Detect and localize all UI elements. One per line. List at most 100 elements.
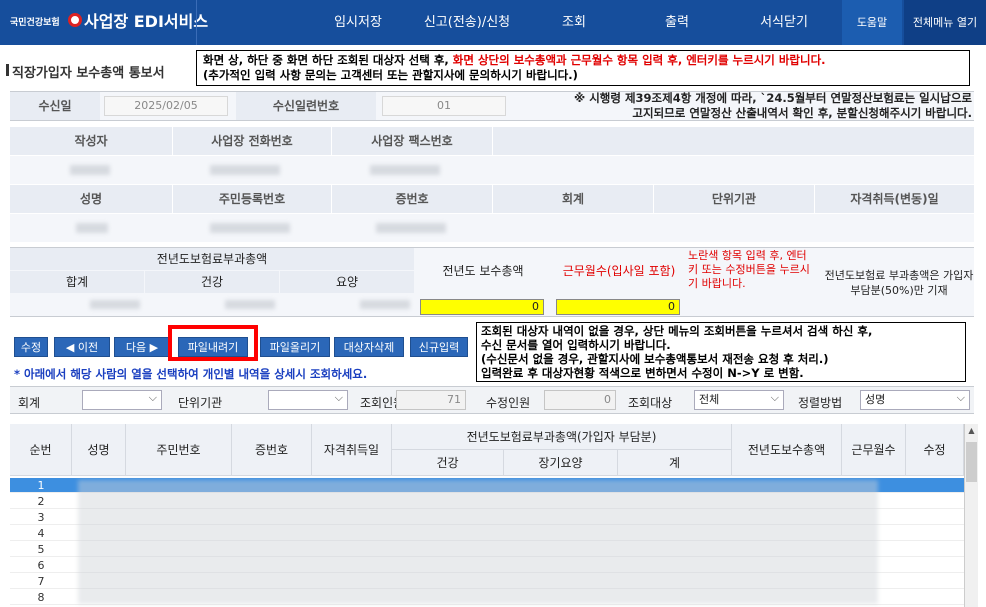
mid-notice-line: 입력완료 후 대상자현황 적색으로 변하면서 수정이 N->Y 로 변함. — [481, 366, 804, 380]
premium-sub-care: 요양 — [280, 271, 414, 293]
col-seq: 순번 — [10, 424, 72, 476]
modified-field: 0 — [544, 390, 616, 410]
info-header-cardno: 증번호 — [332, 185, 492, 213]
menu-divider — [196, 0, 197, 45]
logo-mark-icon — [68, 13, 82, 27]
yellow-input-hint: 노란색 항목 입력 후, 엔터키 또는 수정버튼을 누르시기 바랍니다. — [688, 249, 810, 290]
row-number: 7 — [37, 575, 45, 588]
col-group-premium: 전년도보험료부과총액(가입자 부담분) — [392, 424, 732, 450]
info-header-rrn: 주민등록번호 — [173, 185, 331, 213]
col-salary: 전년도보수총액 — [732, 424, 842, 476]
info-header-writer: 작성자 — [10, 127, 172, 155]
sort-label: 정렬방법 — [798, 396, 843, 410]
info-header-unit: 단위기관 — [654, 185, 814, 213]
info-values-row1 — [10, 156, 974, 184]
col-longterm: 장기요양 — [504, 450, 618, 476]
info-header-account: 회계 — [493, 185, 653, 213]
salary-label: 전년도 보수총액 — [442, 264, 524, 278]
premium-note: 전년도보험료 부과총액은 가입자부담분(50%)만 기재 — [824, 269, 974, 297]
row-number: 6 — [37, 559, 45, 572]
grid-scrollbar[interactable]: ▲ — [964, 424, 978, 607]
account-label: 회계 — [18, 396, 41, 410]
row-number: 5 — [37, 543, 45, 556]
info-header-acq-date: 자격취득(변동)일 — [815, 185, 974, 213]
info-header-empty — [493, 127, 974, 155]
months-label: 근무월수(입사일 포함) — [562, 264, 676, 278]
col-health: 건강 — [392, 450, 504, 476]
mid-notice-box: 조회된 대상자 내역이 없을 경우, 상단 메뉴의 조회버튼을 누르셔서 검색 … — [476, 322, 966, 382]
menu-help[interactable]: 도움말 — [842, 0, 902, 45]
receipt-seq-label: 수신일련번호 — [236, 92, 376, 120]
menu-submit[interactable]: 신고(전송)/신청 — [408, 0, 526, 45]
redacted-grid-content — [78, 480, 878, 604]
info-header-name: 성명 — [10, 185, 172, 213]
top-navigation-bar: 국민건강보험 사업장 EDI서비스 임시저장 신고(전송)/신청 조회 출력 서… — [0, 0, 986, 45]
mid-notice-line: 조회된 대상자 내역이 없을 경우, 상단 메뉴의 조회버튼을 누르셔서 검색 … — [481, 324, 873, 338]
info-values-row2 — [10, 214, 974, 242]
unit-select[interactable] — [268, 389, 348, 410]
next-button[interactable]: 다음 ▶ — [114, 337, 170, 357]
redacted-writer — [70, 165, 110, 175]
account-select[interactable] — [82, 389, 162, 410]
prev-button[interactable]: ◀ 이전 — [54, 337, 110, 357]
col-rrn: 주민번호 — [126, 424, 232, 476]
redacted-health — [225, 300, 275, 309]
redacted-care — [360, 300, 410, 309]
info-header-phone: 사업장 전화번호 — [173, 127, 331, 155]
receipt-note-line2: 고지되므로 연말정산 산출내역서 확인 후, 분할신청해주시기 바랍니다. — [632, 106, 972, 120]
premium-sub-health: 건강 — [145, 271, 279, 293]
row-number: 2 — [37, 495, 45, 508]
download-highlight-box — [168, 325, 258, 361]
receipt-date-field: 2025/02/05 — [104, 96, 228, 116]
target-label: 조회대상 — [628, 396, 673, 410]
redacted-rrn — [210, 223, 290, 233]
receipt-note-line1: ※ 시행령 제39조제4항 개정에 따라, `24.5월부터 연말정산보험료는 … — [574, 91, 972, 105]
modified-label: 수정인원 — [486, 396, 531, 410]
redacted-name — [76, 223, 108, 233]
row-number: 4 — [37, 527, 45, 540]
menu-all-open[interactable]: 전체메뉴 열기 — [904, 0, 986, 45]
unit-label: 단위기관 — [178, 396, 223, 410]
count-field: 71 — [396, 390, 466, 410]
menu-print[interactable]: 출력 — [622, 0, 732, 45]
redacted-total — [90, 300, 140, 309]
row-number: 3 — [37, 511, 45, 524]
col-acq-date: 자격취득일 — [312, 424, 392, 476]
menu-temp-save[interactable]: 임시저장 — [308, 0, 408, 45]
top-notice-box: 화면 상, 하단 중 화면 하단 조회된 대상자 선택 후, 화면 상단의 보수… — [196, 50, 970, 86]
redacted-cardno — [376, 223, 446, 233]
receipt-date-label: 수신일 — [10, 92, 100, 120]
file-upload-button[interactable]: 파일올리기 — [260, 337, 330, 357]
redacted-phone — [210, 165, 280, 175]
edit-button[interactable]: 수정 — [14, 337, 48, 357]
mid-notice-line: 수신 문서를 열어 입력하시기 바랍니다. — [481, 338, 671, 352]
page-title: 직장가입자 보수총액 통보서 — [6, 62, 165, 81]
menu-search[interactable]: 조회 — [526, 0, 622, 45]
col-name: 성명 — [72, 424, 126, 476]
notice-text: 화면 상, 하단 중 화면 하단 조회된 대상자 선택 후, — [203, 53, 453, 67]
scroll-up-arrow-icon[interactable]: ▲ — [967, 426, 976, 438]
row-number: 8 — [37, 591, 45, 604]
notice-red-text: 화면 상단의 보수총액과 근무월수 항목 입력 후, 엔터키를 누르시기 바랍니… — [452, 53, 826, 67]
receipt-seq-field: 01 — [382, 96, 506, 116]
info-header-fax: 사업장 팩스번호 — [332, 127, 492, 155]
scroll-thumb[interactable] — [966, 442, 977, 482]
col-months: 근무월수 — [842, 424, 906, 476]
menu-close-form[interactable]: 서식닫기 — [732, 0, 836, 45]
salary-input[interactable]: 0 — [420, 299, 544, 315]
premium-sub-total: 합계 — [10, 271, 144, 293]
new-entry-button[interactable]: 신규입력 — [410, 337, 468, 357]
row-select-hint: * 아래에서 해당 사람의 열을 선택하여 개인별 내역을 상세시 조회하세요. — [14, 367, 368, 381]
col-sum: 계 — [618, 450, 732, 476]
redacted-fax — [370, 165, 440, 175]
target-select[interactable]: 전체 — [694, 389, 784, 410]
filter-bar: 회계 단위기관 조회인원 71 수정인원 0 조회대상 전체 정렬방법 성명 — [10, 386, 974, 414]
months-input[interactable]: 0 — [556, 299, 680, 315]
row-number: 1 — [37, 479, 45, 492]
delete-target-button[interactable]: 대상자삭제 — [334, 337, 404, 357]
col-modified: 수정 — [906, 424, 964, 476]
app-title: 사업장 EDI서비스 — [84, 12, 209, 31]
mid-notice-line: (수신문서 없을 경우, 관할지사에 보수총액통보서 재전송 요청 후 처리.) — [481, 352, 829, 366]
col-cardno: 증번호 — [232, 424, 312, 476]
sort-select[interactable]: 성명 — [860, 389, 970, 410]
